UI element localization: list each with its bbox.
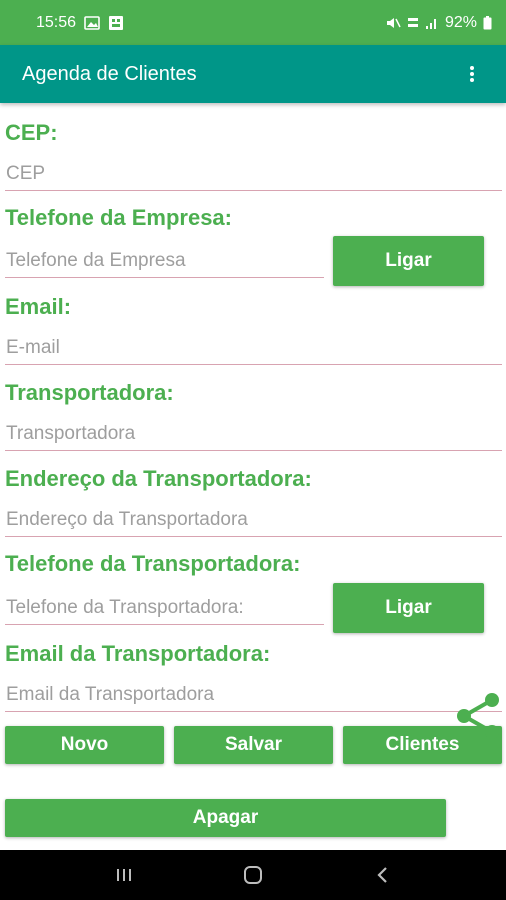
telefone-empresa-field[interactable]: Telefone da Empresa xyxy=(5,244,324,278)
telefone-transportadora-label: Telefone da Transportadora: xyxy=(5,551,301,576)
back-icon[interactable] xyxy=(362,855,402,895)
recents-icon[interactable] xyxy=(104,855,144,895)
ligar-empresa-button[interactable]: Ligar xyxy=(333,236,484,286)
mute-icon xyxy=(385,16,401,30)
ligar-transportadora-button[interactable]: Ligar xyxy=(333,583,484,633)
transportadora-label: Transportadora: xyxy=(5,380,174,405)
telefone-transportadora-field[interactable]: Telefone da Transportadora: xyxy=(5,591,324,625)
telefone-empresa-label: Telefone da Empresa: xyxy=(5,205,232,230)
share-icon[interactable] xyxy=(452,690,504,742)
email-transportadora-field[interactable]: Email da Transportadora xyxy=(5,678,502,712)
data-speed-icon xyxy=(407,16,419,30)
salvar-button[interactable]: Salvar xyxy=(174,726,333,764)
endereco-transportadora-field[interactable]: Endereço da Transportadora xyxy=(5,503,502,537)
status-bar: 15:56 92% xyxy=(0,0,506,45)
app-icon xyxy=(108,15,124,31)
transportadora-field[interactable]: Transportadora xyxy=(5,417,502,451)
more-vert-icon[interactable] xyxy=(460,59,484,89)
email-field[interactable]: E-mail xyxy=(5,331,502,365)
form-content: CEP: CEP Telefone da Empresa: Telefone d… xyxy=(0,103,506,850)
navigation-bar xyxy=(0,850,506,900)
cep-label: CEP: xyxy=(5,120,58,145)
gallery-icon xyxy=(84,15,100,30)
email-label: Email: xyxy=(5,294,72,319)
cep-field[interactable]: CEP xyxy=(5,157,502,191)
apagar-button[interactable]: Apagar xyxy=(5,799,446,837)
battery-icon xyxy=(483,15,492,30)
signal-icon xyxy=(425,16,439,30)
endereco-transportadora-label: Endereço da Transportadora: xyxy=(5,466,312,491)
home-icon[interactable] xyxy=(233,855,273,895)
status-time: 15:56 xyxy=(36,13,77,31)
email-transportadora-label: Email da Transportadora: xyxy=(5,641,271,666)
battery-percent: 92% xyxy=(444,13,477,31)
app-title: Agenda de Clientes xyxy=(22,62,197,85)
app-bar: Agenda de Clientes xyxy=(0,45,506,103)
novo-button[interactable]: Novo xyxy=(5,726,164,764)
